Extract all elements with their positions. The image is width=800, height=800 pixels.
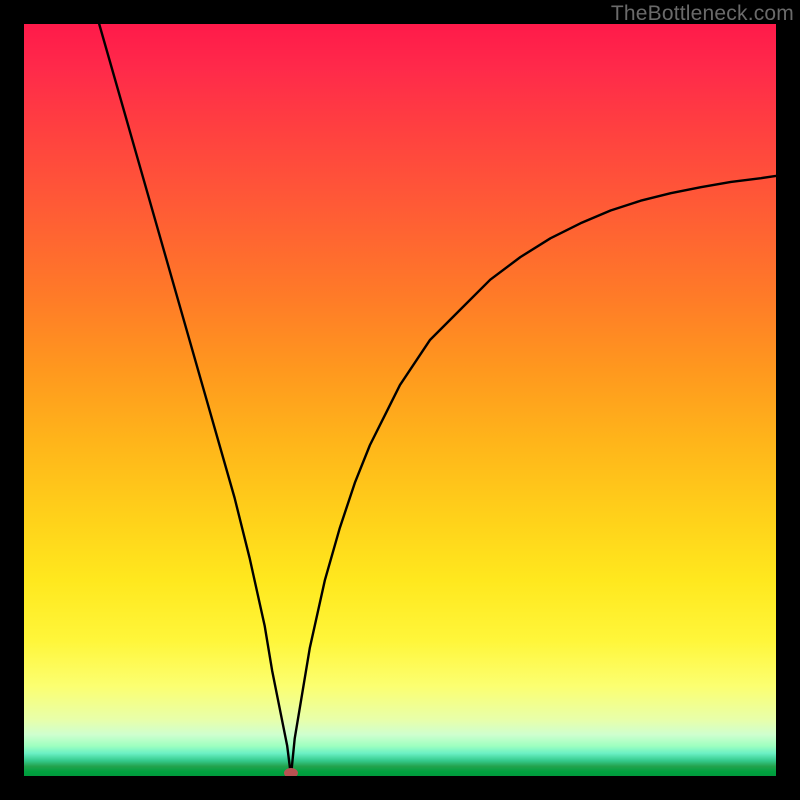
curve-svg xyxy=(24,24,776,776)
chart-container: TheBottleneck.com xyxy=(0,0,800,800)
bottleneck-curve xyxy=(99,24,776,776)
plot-area xyxy=(24,24,776,776)
watermark: TheBottleneck.com xyxy=(611,2,794,26)
minimum-marker xyxy=(284,768,298,776)
